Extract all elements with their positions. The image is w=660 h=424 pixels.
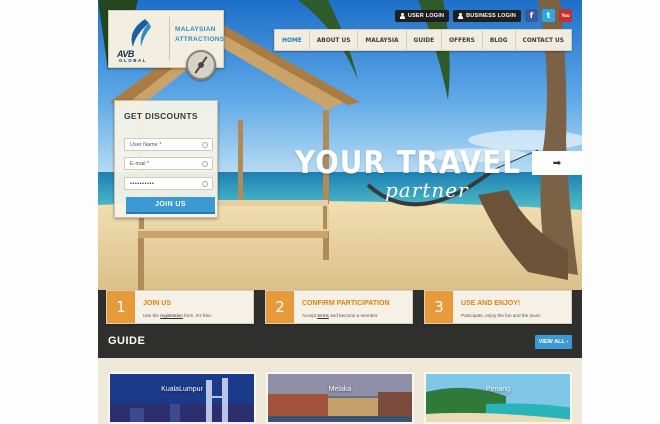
step-title: JOIN US — [143, 300, 172, 307]
email-field[interactable]: E-mail * — [124, 157, 213, 170]
business-login-button[interactable]: BUSINESS LOGIN — [453, 9, 521, 22]
registration-link[interactable]: registration — [160, 313, 183, 318]
top-bar: USER LOGIN BUSINESS LOGIN f t You — [394, 9, 572, 22]
guide-card-title: Penang — [485, 386, 511, 393]
password-field[interactable]: •••••••••• — [124, 177, 213, 190]
logo-tagline-line1: MALAYSIAN — [175, 26, 216, 33]
facebook-icon[interactable]: f — [525, 9, 538, 22]
step-description: Use the registration form. It's free. — [143, 313, 213, 318]
email-field-icon — [202, 161, 208, 167]
penang-image — [426, 374, 570, 422]
melaka-image — [268, 374, 412, 422]
guide-card-title: Melaka — [328, 386, 352, 393]
step-title: USE AND ENJOY! — [461, 300, 521, 307]
discount-form: GET DISCOUNTS User Name * E-mail * •••••… — [114, 100, 218, 218]
user-icon — [399, 12, 405, 19]
guide-card-title: KualaLumpur — [161, 386, 203, 393]
hero-slogan-line1: YOUR TRAVEL — [295, 145, 522, 181]
main-navigation: HOME ABOUT US MALAYSIA GUIDE OFFERS BLOG… — [274, 29, 572, 51]
chevron-right-icon: › — [566, 339, 569, 345]
logo-brand-sub: GLOBAL — [119, 58, 147, 63]
user-login-label: USER LOGIN — [407, 12, 445, 19]
user-field-icon — [202, 142, 208, 148]
lock-icon — [202, 181, 208, 187]
website: USER LOGIN BUSINESS LOGIN f t You HOME A… — [98, 0, 582, 424]
email-placeholder: E-mail * — [130, 160, 150, 167]
hero-banner: USER LOGIN BUSINESS LOGIN f t You HOME A… — [98, 0, 582, 300]
view-all-button[interactable]: VIEW ALL › — [535, 335, 572, 349]
view-all-label: VIEW ALL — [538, 339, 565, 345]
logo-swoosh-icon — [131, 19, 151, 47]
arrow-right-icon: ➡ — [552, 157, 562, 169]
logo-divider — [169, 17, 170, 61]
guide-card-melaka[interactable]: Melaka — [266, 372, 414, 424]
guide-card-kuala-lumpur[interactable]: KualaLumpur — [108, 372, 256, 424]
next-slide-button[interactable]: ➡ — [532, 151, 582, 175]
step-description: Participate, enjoy the fun and the tours… — [461, 313, 541, 318]
username-field[interactable]: User Name * — [124, 138, 213, 151]
step-number: 2 — [266, 291, 294, 323]
step-description: Accept terms and become a member. — [302, 313, 379, 318]
step-card: 2 CONFIRM PARTICIPATION Accept terms and… — [265, 290, 413, 324]
kuala-lumpur-image — [110, 374, 254, 422]
logo-tagline-line2: ATTRACTIONS — [175, 36, 225, 43]
terms-link[interactable]: terms — [317, 313, 328, 318]
nav-home[interactable]: HOME — [275, 30, 310, 50]
step-card: 1 JOIN US Use the registration form. It'… — [106, 290, 254, 324]
nav-guide[interactable]: GUIDE — [407, 30, 443, 50]
password-value: •••••••••• — [130, 180, 155, 187]
steps-strip: 1 JOIN US Use the registration form. It'… — [98, 290, 582, 330]
compass-icon — [186, 50, 216, 80]
guide-section-title: GUIDE — [108, 335, 146, 347]
nav-blog[interactable]: BLOG — [483, 30, 516, 50]
nav-offers[interactable]: OFFERS — [442, 30, 483, 50]
youtube-icon[interactable]: You — [559, 9, 572, 22]
business-login-label: BUSINESS LOGIN — [466, 12, 516, 19]
step-card: 3 USE AND ENJOY! Participate, enjoy the … — [424, 290, 572, 324]
username-placeholder: User Name * — [130, 141, 162, 148]
nav-contact-us[interactable]: CONTACT US — [516, 30, 571, 50]
discount-form-title: GET DISCOUNTS — [124, 111, 198, 121]
step-number: 1 — [107, 291, 135, 323]
step-title: CONFIRM PARTICIPATION — [302, 300, 390, 307]
nav-about-us[interactable]: ABOUT US — [310, 30, 359, 50]
step-number: 3 — [425, 291, 453, 323]
twitter-icon[interactable]: t — [542, 9, 555, 22]
user-icon — [458, 12, 464, 19]
user-login-button[interactable]: USER LOGIN — [394, 9, 450, 22]
hero-slogan-line2: partner — [385, 178, 469, 202]
join-us-button[interactable]: JOIN US — [126, 197, 215, 214]
guide-card-penang[interactable]: Penang — [424, 372, 572, 424]
nav-malaysia[interactable]: MALAYSIA — [358, 30, 407, 50]
